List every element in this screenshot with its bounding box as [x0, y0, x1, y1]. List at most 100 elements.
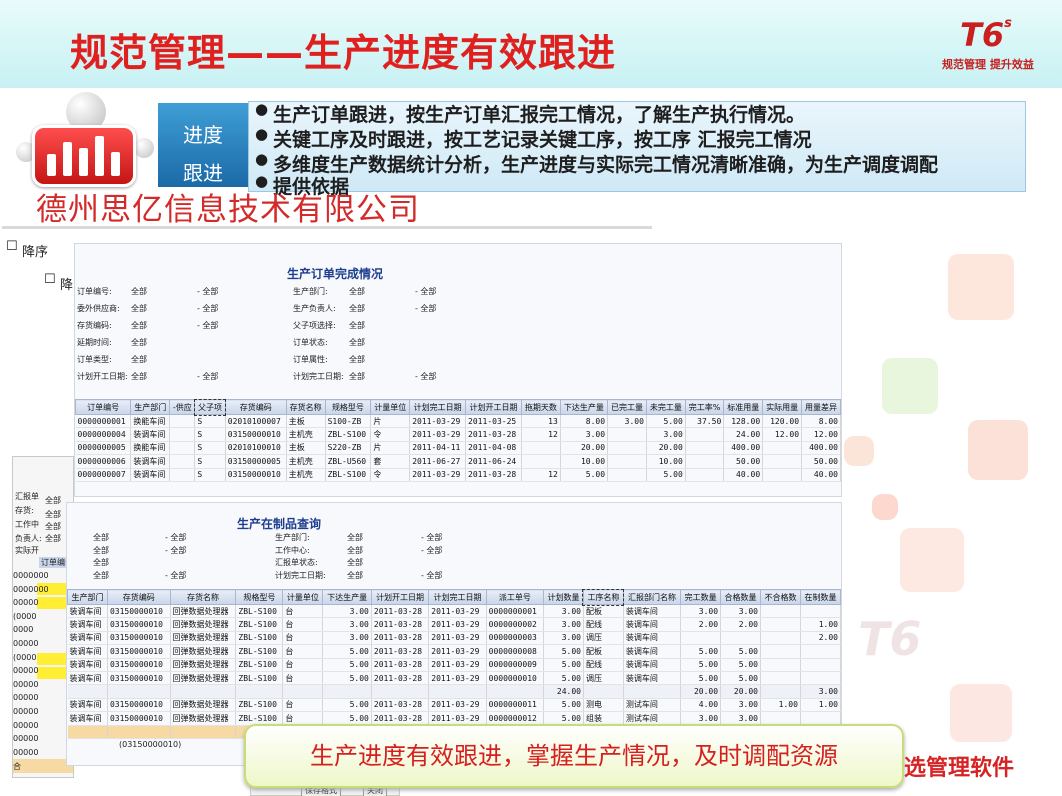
filter-value[interactable]: 全部	[131, 286, 147, 297]
filter-value[interactable]: 全部	[131, 354, 147, 365]
column-header[interactable]: 计划数量	[543, 589, 584, 605]
column-header[interactable]: 存货名称	[285, 399, 326, 415]
table-row[interactable]: 装调车间 03150000010 回弹数据处理器 ZBL-S100 台 5.00 2011-…	[67, 671, 842, 686]
filter-to[interactable]: - 全部	[415, 371, 436, 382]
filter-value[interactable]: 全部	[349, 320, 365, 331]
filter-value[interactable]: 全部	[347, 557, 363, 568]
column-header[interactable]: 订单编号	[74, 399, 132, 415]
filter-to[interactable]: - 全部	[165, 545, 186, 556]
column-header[interactable]: 父子项	[193, 398, 227, 416]
filter-to[interactable]: - 全部	[415, 286, 436, 297]
filter-value[interactable]: 全部	[347, 532, 363, 543]
filter-value[interactable]: 全部	[347, 570, 363, 581]
filter-value[interactable]: 全部	[93, 557, 109, 568]
filter-to[interactable]: - 全部	[197, 320, 218, 331]
filter-value[interactable]: 全部	[131, 320, 147, 331]
table-cell: 回弹数据处理器	[170, 617, 237, 632]
filter-value[interactable]: 全部	[349, 337, 365, 348]
column-header[interactable]: 计划完工日期	[409, 399, 467, 415]
column-header[interactable]: 实际用量	[762, 399, 803, 415]
column-header[interactable]: 用量差异	[801, 399, 841, 415]
filter-value[interactable]: 全部	[131, 371, 147, 382]
table-cell: 5.00	[322, 658, 372, 672]
column-header[interactable]: 不合格数	[760, 589, 801, 605]
table-row[interactable]: 0000000007 装调车间 S 03150000010 主机壳 ZBL-S100 令 20…	[75, 468, 841, 482]
filter-to[interactable]: - 全部	[197, 286, 218, 297]
table-cell	[322, 684, 372, 699]
column-header[interactable]: 生产部门	[130, 399, 171, 415]
table-row[interactable]: 0000000004 装调车间 S 03150000010 主机壳 ZBL-S100 令 20…	[75, 427, 841, 442]
subtotal-row[interactable]: 24.00 20.00 20.00 3.00	[67, 684, 842, 699]
column-header[interactable]: 合格数量	[720, 589, 761, 605]
column-header[interactable]: 存货编码	[224, 399, 287, 415]
table-row[interactable]: 装调车间 03150000010 回弹数据处理器 ZBL-S100 台 5.00 2011-…	[67, 698, 842, 713]
column-header[interactable]: 汇报部门名称	[622, 589, 682, 605]
table-row[interactable]: 装调车间 03150000010 回弹数据处理器 ZBL-S100 台 3.00 2011-…	[67, 604, 842, 619]
filter-value[interactable]: 全部	[347, 545, 363, 556]
table-cell: 3.00	[646, 427, 686, 442]
filter-to[interactable]: - 全部	[421, 532, 442, 543]
column-header[interactable]: 工序名称	[582, 588, 625, 606]
sort-desc-checkbox[interactable]: ☐	[6, 239, 18, 254]
filter-value[interactable]: 全部	[93, 532, 109, 543]
column-header[interactable]: 完工率%	[684, 399, 725, 415]
filter-to[interactable]: - 全部	[165, 532, 186, 543]
column-header[interactable]: 下达生产量	[559, 399, 609, 415]
table-cell: 台	[282, 604, 324, 619]
filter-to[interactable]: - 全部	[165, 570, 186, 581]
column-header[interactable]: 完工数量	[680, 589, 722, 605]
column-header[interactable]: 下达生产量	[322, 589, 372, 605]
filter-to[interactable]: - 全部	[197, 371, 218, 382]
filter-to[interactable]: - 全部	[415, 303, 436, 314]
table-row[interactable]: 装调车间 03150000010 回弹数据处理器 ZBL-S100 台 5.00 2011-…	[67, 711, 842, 726]
filter-to[interactable]: - 全部	[197, 303, 218, 314]
filter-to[interactable]: - 全部	[421, 570, 442, 581]
column-header[interactable]: 在制数量	[799, 589, 842, 605]
deco-block	[900, 528, 964, 592]
sort-desc-checkbox-2[interactable]: ☐	[44, 272, 56, 287]
table-row[interactable]: 0000000001 换能车间 S 02010100007 主板 S100-ZB 片 2011…	[75, 414, 841, 429]
table-cell: 装调车间	[623, 617, 682, 632]
column-header[interactable]: 存货编码	[106, 589, 171, 605]
column-header[interactable]: 计划完工日期	[428, 589, 487, 605]
column-header[interactable]: 生产部门	[67, 589, 108, 605]
column-header[interactable]: 计量单位	[370, 399, 411, 415]
filter-value[interactable]: 全部	[349, 286, 365, 297]
filter-value[interactable]: 全部	[349, 371, 365, 382]
chart-bar	[95, 136, 104, 176]
column-header[interactable]: 标准用量	[723, 399, 764, 415]
column-header[interactable]: 派工单号	[485, 589, 545, 605]
filter-value[interactable]: 全部	[349, 354, 365, 365]
filter-to[interactable]: - 全部	[421, 545, 442, 556]
table-cell: 换能车间	[130, 441, 171, 456]
column-header[interactable]: 已完工量	[607, 399, 647, 415]
table-cell: 03150000010	[107, 658, 171, 672]
table-row[interactable]: 装调车间 03150000010 回弹数据处理器 ZBL-S100 台 5.00 2011-…	[67, 644, 842, 659]
table-cell: 装调车间	[130, 427, 171, 442]
filter-value[interactable]: 全部	[93, 545, 109, 556]
filter-value[interactable]: 全部	[93, 570, 109, 581]
column-header[interactable]: 计划开工日期	[370, 589, 430, 605]
filter-value[interactable]: 全部	[131, 303, 147, 314]
column-header[interactable]: 规格型号	[235, 589, 284, 605]
table-row[interactable]: 0000000005 换能车间 S 02010100010 主板 S220-ZB 片 2011…	[75, 441, 841, 456]
filter-value[interactable]: 全部	[131, 337, 147, 348]
table-row[interactable]: 装调车间 03150000010 回弹数据处理器 ZBL-S100 台 5.00 2011-…	[67, 658, 842, 672]
chart-bar	[63, 142, 72, 176]
table-cell: 台	[282, 698, 324, 713]
table-cell: 03150000010	[107, 671, 171, 686]
column-header[interactable]: 存货名称	[169, 589, 237, 605]
table-cell: 3.00	[543, 631, 584, 646]
sort-desc-label: 降序	[22, 245, 49, 260]
column-header[interactable]: 计划开工日期	[465, 399, 522, 415]
column-header[interactable]: -供应	[169, 399, 196, 415]
table-row[interactable]: 装调车间 03150000010 回弹数据处理器 ZBL-S100 台 3.00 2011-…	[67, 617, 842, 632]
table-row[interactable]: 0000000006 装调车间 S 03150000005 主机壳 ZBL-U560 套 20…	[75, 454, 841, 469]
filter-value[interactable]: 全部	[349, 303, 365, 314]
bullet-item: 多维度生产数据统计分析，生产进度与实际完工情况清晰准确，为生产调度调配	[255, 150, 938, 177]
column-header[interactable]: 未完工量	[645, 399, 686, 415]
column-header[interactable]: 拖期天数	[520, 399, 561, 415]
table-row[interactable]: 装调车间 03150000010 回弹数据处理器 ZBL-S100 台 3.00 2011-…	[67, 631, 842, 646]
column-header[interactable]: 规格型号	[324, 399, 372, 415]
column-header[interactable]: 计量单位	[282, 589, 324, 605]
